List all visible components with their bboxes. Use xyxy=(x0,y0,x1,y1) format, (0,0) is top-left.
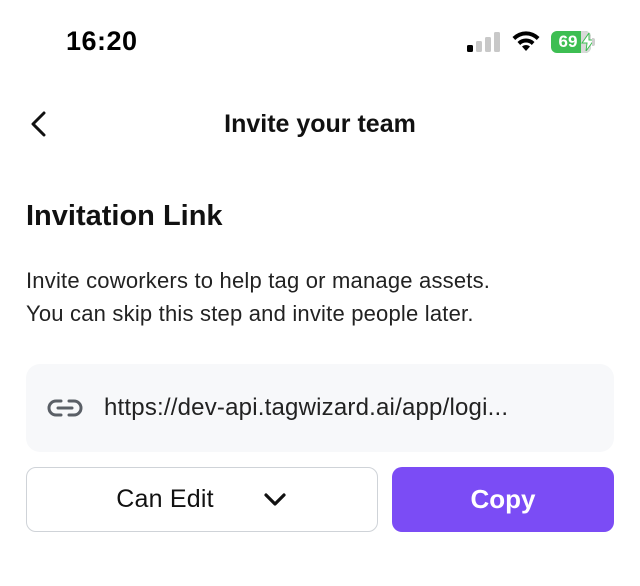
permission-selected-value: Can Edit xyxy=(116,485,214,513)
description-line-1: Invite coworkers to help tag or manage a… xyxy=(26,268,491,293)
cellular-signal-icon xyxy=(467,32,500,52)
section-title: Invitation Link xyxy=(26,200,223,232)
battery-charging-icon: 69 xyxy=(551,31,597,53)
page-title: Invite your team xyxy=(224,110,416,138)
wifi-icon xyxy=(512,31,540,51)
section-description: Invite coworkers to help tag or manage a… xyxy=(26,264,616,330)
invite-link-url: https://dev-api.tagwizard.ai/app/logi... xyxy=(104,394,509,421)
link-icon xyxy=(47,399,83,417)
description-line-2: You can skip this step and invite people… xyxy=(26,301,474,326)
copy-button[interactable]: Copy xyxy=(392,467,614,532)
chevron-down-icon xyxy=(264,492,286,506)
status-time: 16:20 xyxy=(66,26,138,56)
invite-link-field[interactable]: https://dev-api.tagwizard.ai/app/logi... xyxy=(26,364,614,452)
battery-tip xyxy=(592,38,595,46)
invite-team-screen: 16:20 69 Invite your team Invitation Lin… xyxy=(0,0,640,586)
permission-dropdown[interactable]: Can Edit xyxy=(26,467,378,532)
